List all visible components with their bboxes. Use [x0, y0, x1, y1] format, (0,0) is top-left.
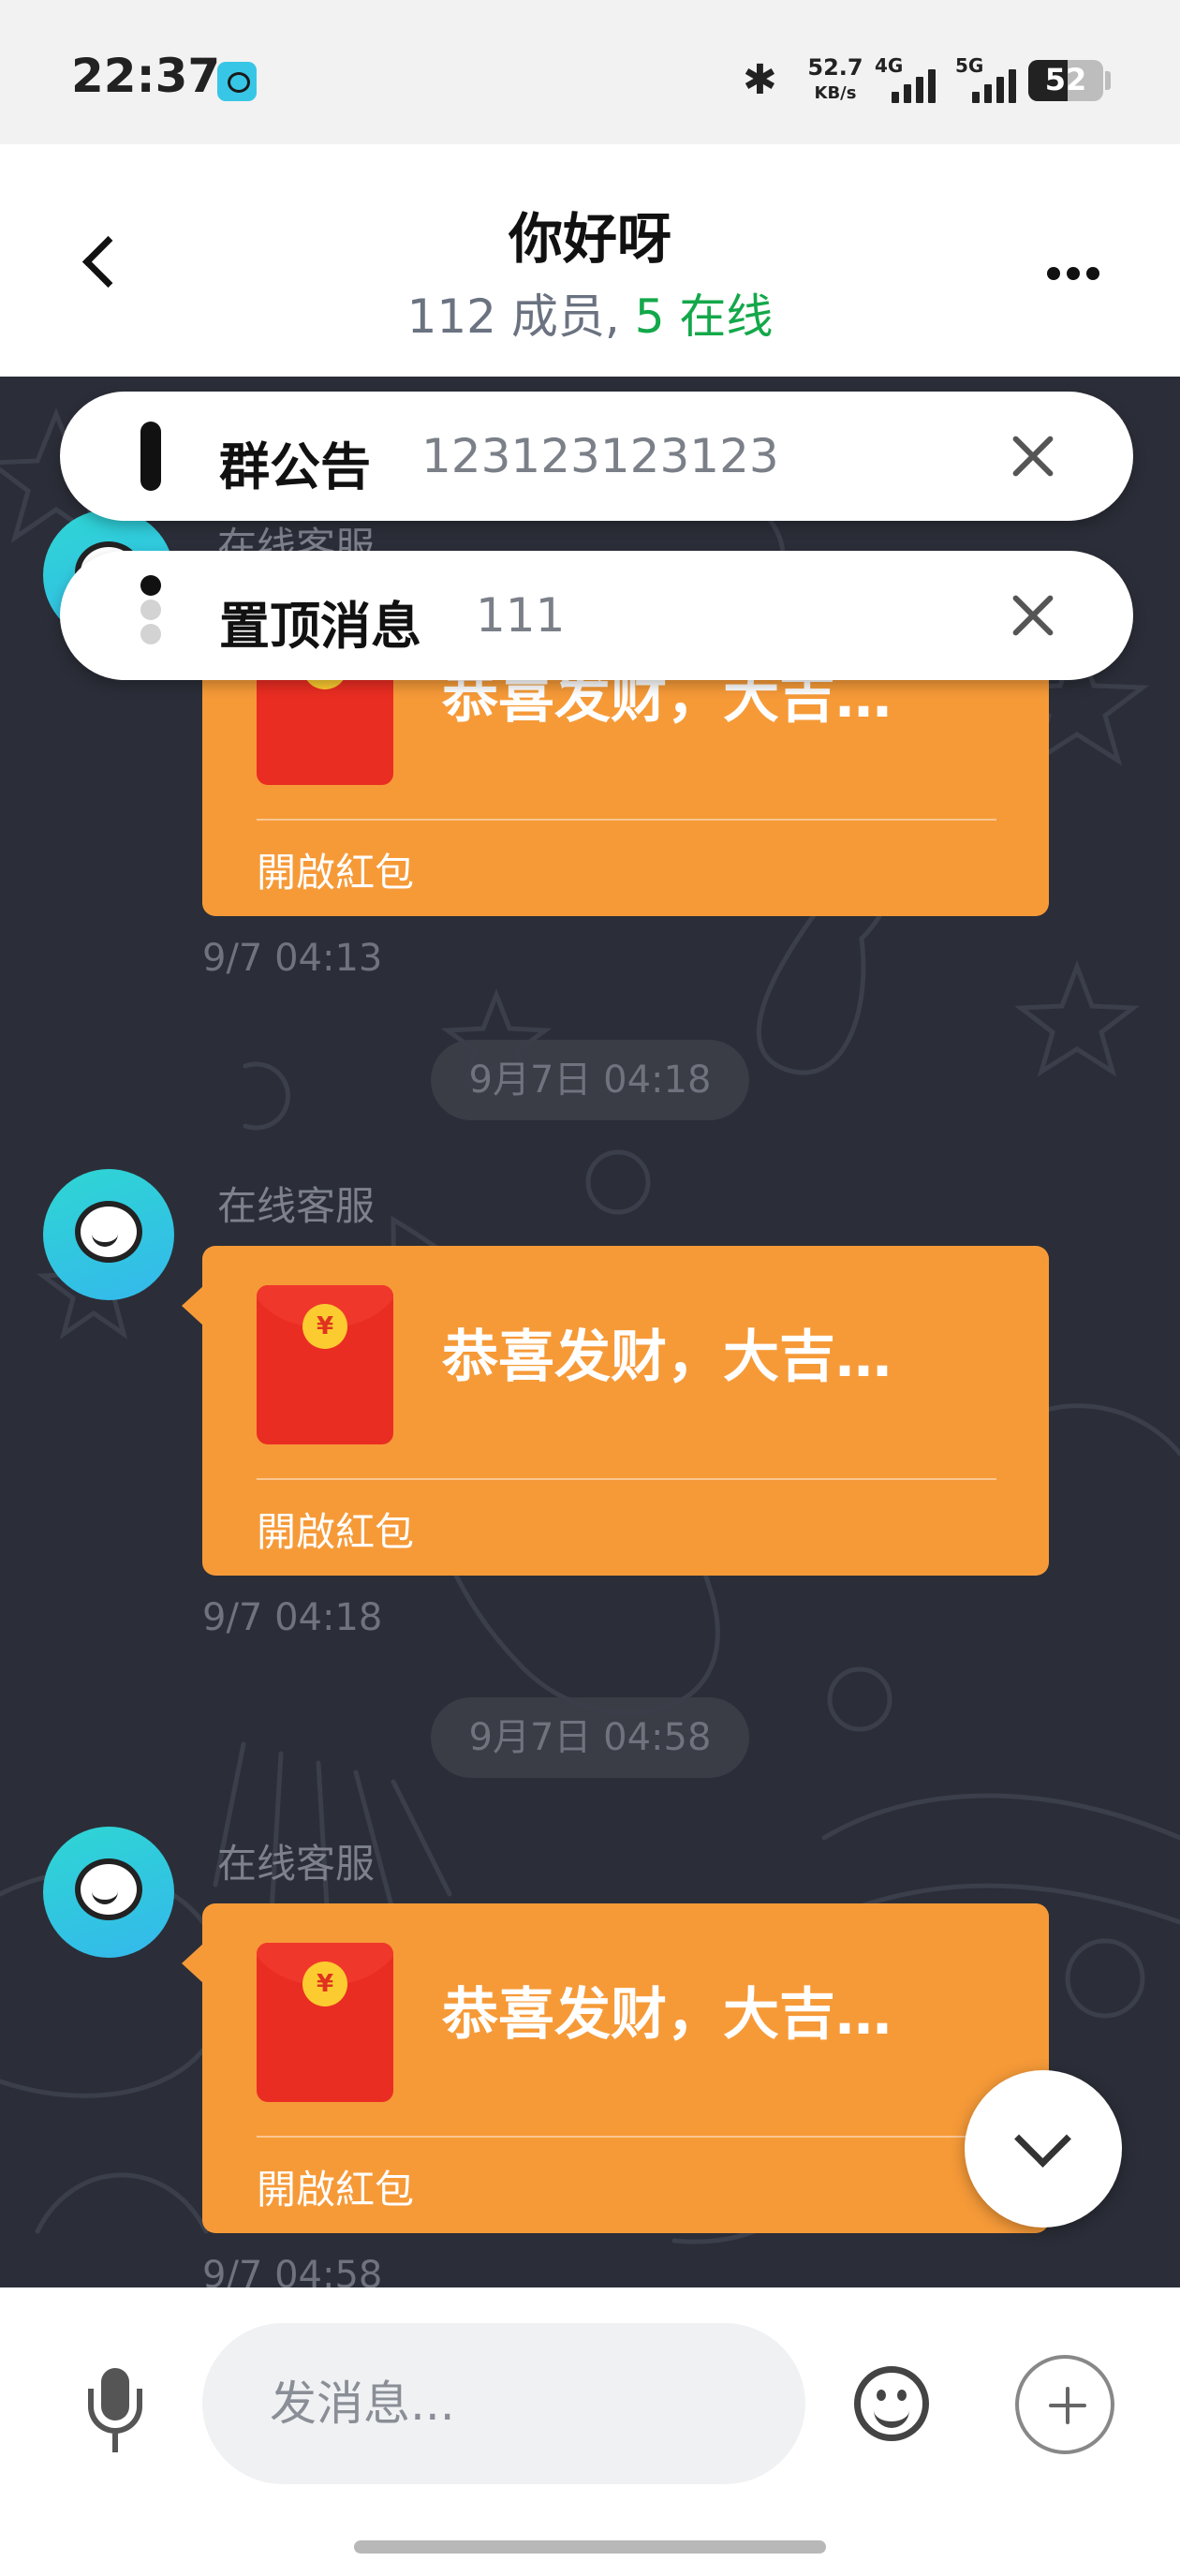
pinned-label: 置顶消息: [219, 597, 421, 656]
group-announcement-bar[interactable]: 群公告 123123123123: [60, 392, 1133, 521]
message-input[interactable]: [202, 2323, 805, 2484]
pinned-text: 111: [476, 588, 566, 643]
online-count: 5 在线: [634, 289, 774, 344]
open-red-packet-label: 開啟紅包: [257, 850, 415, 896]
red-packet-divider: [257, 1478, 996, 1480]
scroll-to-bottom-button[interactable]: [965, 2070, 1122, 2228]
battery-icon: 52: [1028, 60, 1103, 101]
microphone-icon[interactable]: [82, 2368, 148, 2452]
speed-unit: KB/s: [814, 83, 857, 103]
message-time: 9/7 04:18: [202, 1596, 383, 1639]
speed-value: 52.7: [807, 54, 863, 81]
message-time: 9/7 04:58: [202, 2254, 383, 2287]
open-red-packet-label: 開啟紅包: [257, 1509, 415, 1555]
yuan-coin-icon: ¥: [302, 1304, 347, 1349]
network-speed: 52.7 KB/s: [802, 54, 869, 107]
pinned-message-bar[interactable]: 置顶消息 111: [60, 551, 1133, 680]
status-bar: 22:37 ✱ 52.7 KB/s 4G 5G 52: [0, 0, 1180, 144]
red-packet-message[interactable]: ¥ 恭喜发财，大吉… 開啟紅包: [182, 1246, 1049, 1576]
plus-icon[interactable]: [1015, 2355, 1114, 2454]
red-packet-divider: [257, 2136, 996, 2138]
member-count: 112 成员, 5 在线: [0, 279, 1180, 347]
close-icon[interactable]: [1006, 588, 1060, 643]
announcement-indicator: [140, 422, 161, 491]
sender-avatar[interactable]: [43, 1827, 174, 1958]
yuan-coin-icon: ¥: [302, 1962, 347, 2006]
input-bar: [0, 2287, 1180, 2576]
group-title: 你好呀: [508, 207, 671, 271]
chat-app-notification-icon: [217, 62, 257, 101]
red-packet-message[interactable]: ¥ 恭喜发财，大吉… 開啟紅包: [182, 1903, 1049, 2233]
battery-level: 52: [1044, 62, 1087, 97]
clock: 22:37: [71, 49, 221, 103]
red-packet-title: 恭喜发财，大吉…: [442, 1982, 892, 2048]
emoji-icon[interactable]: [854, 2366, 929, 2441]
signal-5g-icon: 5G: [955, 54, 1028, 109]
open-red-packet-label: 開啟紅包: [257, 2167, 415, 2213]
red-envelope-icon: ¥: [257, 1285, 393, 1444]
sender-name: 在线客服: [217, 1841, 376, 1887]
red-packet-divider: [257, 819, 996, 821]
battery-tip: [1105, 71, 1111, 90]
bluetooth-icon: ✱: [743, 56, 777, 104]
chat-header: 你好呀 112 成员, 5 在线: [0, 144, 1180, 377]
members-text: 112 成员,: [406, 289, 620, 344]
date-separator: 9月7日 04:58: [431, 1697, 749, 1778]
red-envelope-icon: ¥: [257, 1943, 393, 2102]
pinned-page-indicator: [140, 575, 161, 656]
signal-4g-icon: 4G: [875, 54, 948, 109]
chat-area[interactable]: 在线客服 ¥ 恭喜发财，大吉… 開啟紅包 9/7 04:13 9月7日 04:1…: [0, 377, 1180, 2287]
red-packet-title: 恭喜发财，大吉…: [442, 1325, 892, 1390]
date-separator: 9月7日 04:18: [431, 1040, 749, 1120]
home-indicator[interactable]: [354, 2540, 826, 2554]
close-icon[interactable]: [1006, 429, 1060, 483]
more-dots-icon[interactable]: [1047, 257, 1107, 290]
message-time: 9/7 04:13: [202, 937, 383, 980]
sender-avatar[interactable]: [43, 1169, 174, 1300]
sender-name: 在线客服: [217, 1183, 376, 1229]
announcement-label: 群公告: [219, 437, 371, 496]
announcement-text: 123123123123: [421, 429, 779, 483]
